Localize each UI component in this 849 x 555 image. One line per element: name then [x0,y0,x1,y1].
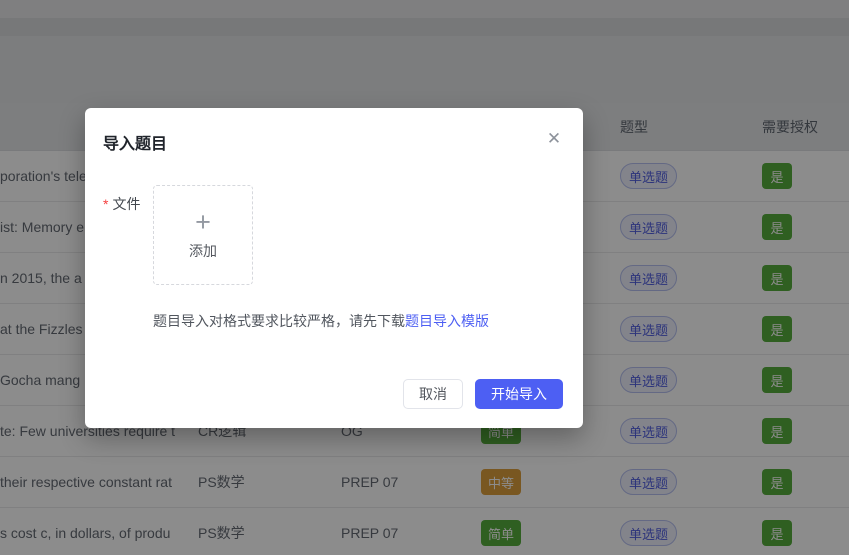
plus-icon: + [195,210,211,234]
file-field-label: *文件 [103,194,140,214]
required-asterisk: * [103,196,108,212]
upload-add-label: 添加 [189,241,217,261]
start-import-button[interactable]: 开始导入 [475,379,563,409]
close-icon[interactable]: ✕ [541,126,567,152]
cancel-button[interactable]: 取消 [403,379,463,409]
import-format-tip: 题目导入对格式要求比较严格，请先下载题目导入模版 [153,311,489,331]
import-questions-modal: 导入题目 ✕ *文件 + 添加 题目导入对格式要求比较严格，请先下载题目导入模版… [85,108,583,428]
file-upload-dropzone[interactable]: + 添加 [153,185,253,285]
tip-text: 题目导入对格式要求比较严格，请先下载 [153,313,405,329]
modal-title: 导入题目 [103,130,167,154]
template-download-link[interactable]: 题目导入模版 [405,313,489,329]
file-field-label-text: 文件 [112,196,140,212]
app-screen: 题型 需要授权 poration's tele单选题是ist: Memory e… [0,0,849,555]
